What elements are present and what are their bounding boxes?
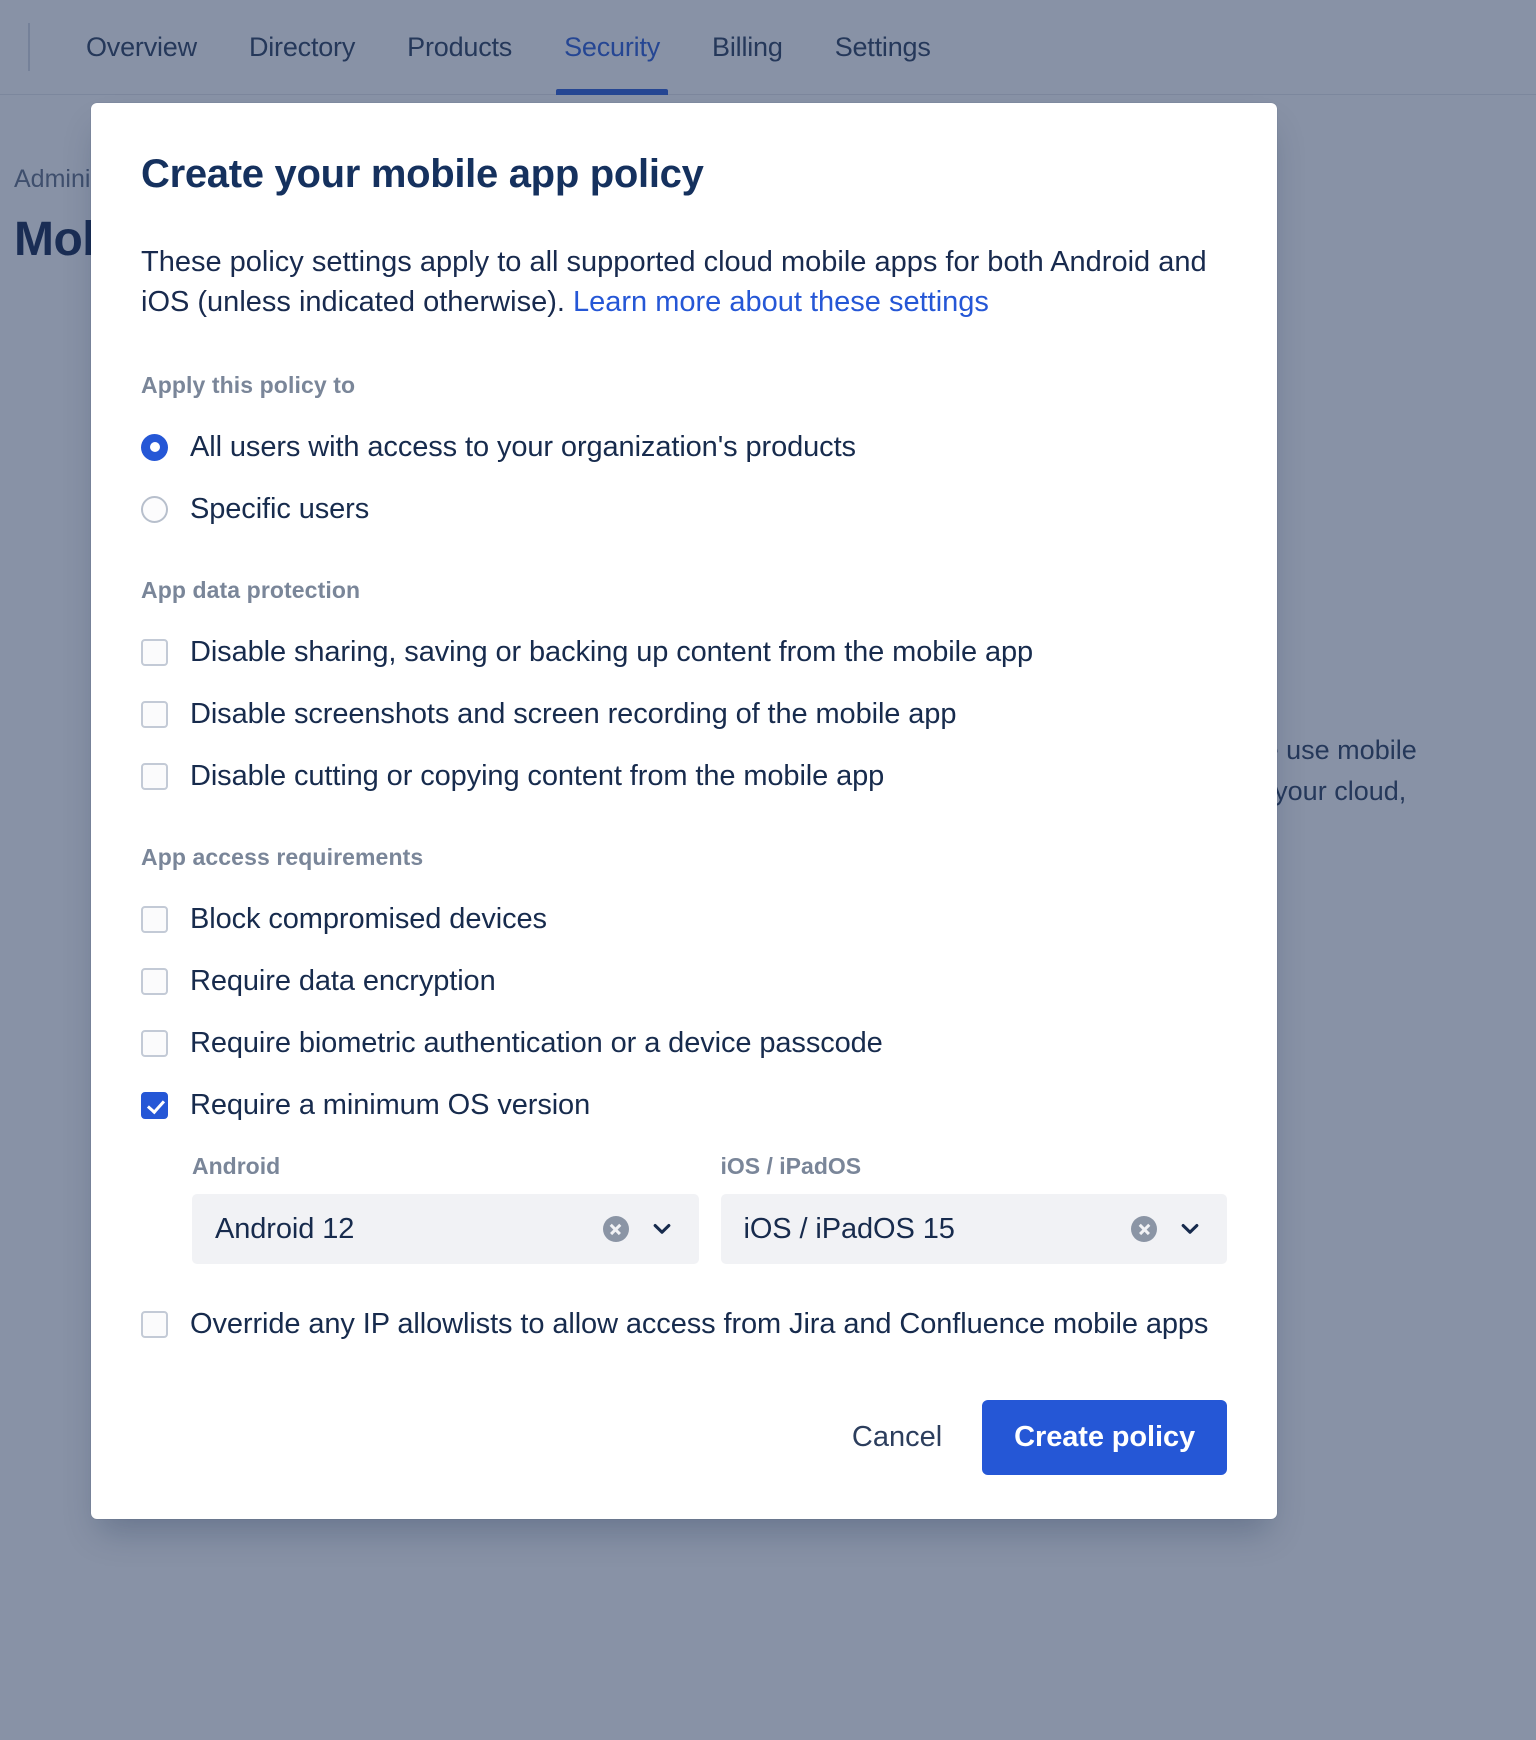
checkbox-disable-copying-icon[interactable] bbox=[141, 762, 168, 790]
app-data-protection-label: App data protection bbox=[141, 577, 361, 604]
checkbox-disable-copying-label: Disable cutting or copying content from … bbox=[190, 759, 885, 792]
ios-os-value: iOS / iPadOS 15 bbox=[743, 1212, 955, 1245]
apply-policy-group: Apply this policy to All users with acce… bbox=[141, 372, 1227, 533]
chevron-down-icon[interactable] bbox=[647, 1214, 677, 1244]
checkbox-data-encryption-icon[interactable] bbox=[141, 967, 168, 995]
page-root: Overview Directory Products Security Bil… bbox=[0, 0, 1536, 1740]
radio-all-users-label: All users with access to your organizati… bbox=[190, 430, 856, 463]
create-policy-button[interactable]: Create policy bbox=[982, 1400, 1227, 1476]
app-access-requirements-label: App access requirements bbox=[141, 844, 424, 871]
modal-footer: Cancel Create policy bbox=[141, 1400, 1227, 1476]
checkbox-row-override-ip-allowlists[interactable]: Override any IP allowlists to allow acce… bbox=[141, 1300, 1227, 1348]
modal-description: These policy settings apply to all suppo… bbox=[141, 242, 1227, 322]
checkbox-override-ip-allowlists-icon[interactable] bbox=[141, 1310, 168, 1338]
checkbox-row-minimum-os[interactable]: Require a minimum OS version bbox=[141, 1081, 1227, 1129]
checkbox-biometric-auth-label: Require biometric authentication or a de… bbox=[190, 1026, 883, 1059]
chevron-down-icon[interactable] bbox=[1175, 1214, 1205, 1244]
learn-more-link[interactable]: Learn more about these settings bbox=[573, 286, 989, 318]
checkbox-row-biometric-auth[interactable]: Require biometric authentication or a de… bbox=[141, 1019, 1227, 1067]
checkbox-biometric-auth-icon[interactable] bbox=[141, 1029, 168, 1057]
checkbox-disable-screenshots-label: Disable screenshots and screen recording… bbox=[190, 697, 957, 730]
checkbox-row-block-compromised[interactable]: Block compromised devices bbox=[141, 895, 1227, 943]
checkbox-minimum-os-icon[interactable] bbox=[141, 1091, 168, 1119]
app-data-protection-group: App data protection Disable sharing, sav… bbox=[141, 577, 1227, 800]
ios-os-select[interactable]: iOS / iPadOS 15 bbox=[720, 1194, 1227, 1265]
android-os-field: Android Android 12 bbox=[192, 1153, 699, 1265]
checkbox-row-disable-copying[interactable]: Disable cutting or copying content from … bbox=[141, 752, 1227, 800]
checkbox-block-compromised-icon[interactable] bbox=[141, 905, 168, 933]
android-os-select[interactable]: Android 12 bbox=[192, 1194, 699, 1265]
checkbox-disable-sharing-icon[interactable] bbox=[141, 638, 168, 666]
os-version-fields: Android Android 12 iOS / iPadOS iOS / iP… bbox=[192, 1153, 1227, 1265]
android-os-value: Android 12 bbox=[215, 1212, 355, 1245]
clear-icon[interactable] bbox=[1131, 1216, 1157, 1243]
clear-icon[interactable] bbox=[602, 1216, 629, 1243]
radio-row-specific-users[interactable]: Specific users bbox=[141, 485, 1227, 533]
cancel-button[interactable]: Cancel bbox=[826, 1403, 968, 1472]
radio-specific-users-icon[interactable] bbox=[141, 495, 168, 523]
radio-specific-users-label: Specific users bbox=[190, 492, 370, 525]
apply-policy-label: Apply this policy to bbox=[141, 372, 356, 399]
radio-row-all-users[interactable]: All users with access to your organizati… bbox=[141, 423, 1227, 471]
checkbox-block-compromised-label: Block compromised devices bbox=[190, 902, 547, 935]
checkbox-row-data-encryption[interactable]: Require data encryption bbox=[141, 957, 1227, 1005]
create-policy-modal: Create your mobile app policy These poli… bbox=[91, 103, 1277, 1520]
checkbox-row-disable-sharing[interactable]: Disable sharing, saving or backing up co… bbox=[141, 628, 1227, 676]
app-access-requirements-group: App access requirements Block compromise… bbox=[141, 844, 1227, 1348]
checkbox-disable-screenshots-icon[interactable] bbox=[141, 700, 168, 728]
checkbox-minimum-os-label: Require a minimum OS version bbox=[190, 1088, 591, 1121]
checkbox-row-disable-screenshots[interactable]: Disable screenshots and screen recording… bbox=[141, 690, 1227, 738]
modal-title: Create your mobile app policy bbox=[141, 152, 704, 196]
ios-os-field: iOS / iPadOS iOS / iPadOS 15 bbox=[720, 1153, 1227, 1265]
radio-all-users-icon[interactable] bbox=[141, 433, 168, 461]
android-os-label: Android bbox=[192, 1153, 281, 1180]
checkbox-override-ip-allowlists-label: Override any IP allowlists to allow acce… bbox=[190, 1307, 1209, 1340]
checkbox-data-encryption-label: Require data encryption bbox=[190, 964, 496, 997]
checkbox-disable-sharing-label: Disable sharing, saving or backing up co… bbox=[190, 635, 1034, 668]
ios-os-label: iOS / iPadOS bbox=[720, 1153, 862, 1180]
